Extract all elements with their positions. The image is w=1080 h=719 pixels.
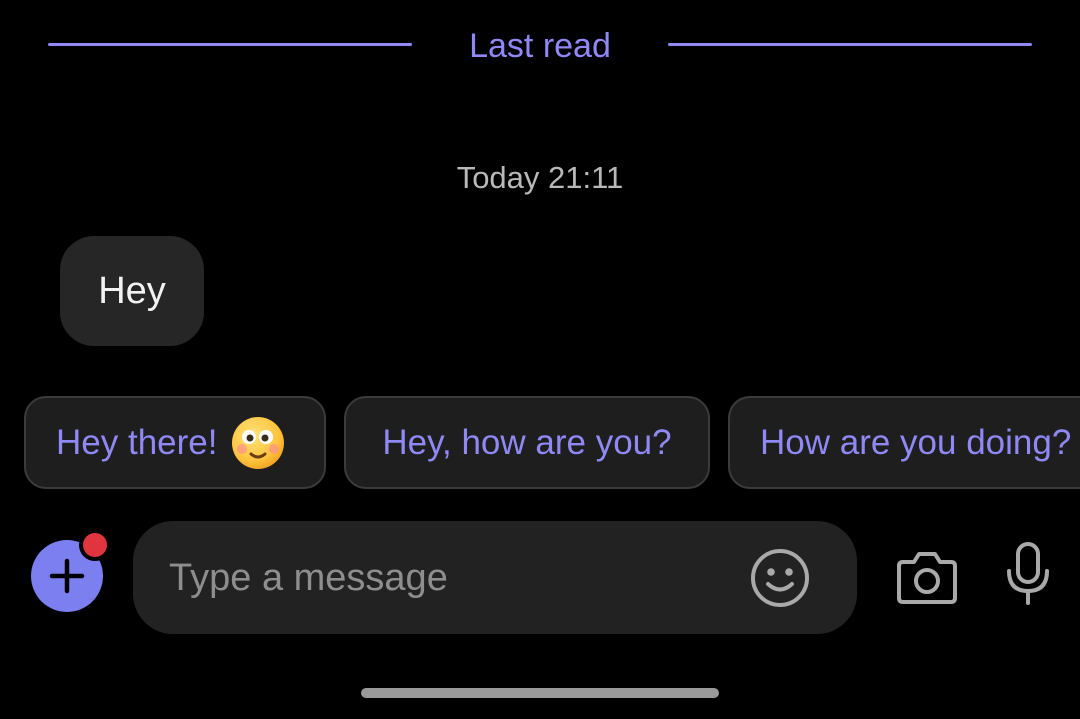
- plus-icon: [49, 558, 85, 594]
- smart-reply-text: Hey, how are you?: [382, 422, 672, 462]
- camera-icon[interactable]: [895, 546, 959, 606]
- home-indicator[interactable]: [361, 688, 719, 698]
- emoji-icon[interactable]: [749, 547, 811, 609]
- smart-reply-text: How are you doing?: [760, 422, 1072, 462]
- divider-line-right: [668, 43, 1032, 46]
- smart-reply-chip[interactable]: Hey there!: [24, 396, 326, 489]
- smart-reply-text: Hey there!: [56, 422, 218, 462]
- smiling-face-emoji-icon: [232, 416, 285, 469]
- incoming-message-bubble[interactable]: Hey: [60, 236, 204, 346]
- last-read-label: Last read: [469, 27, 611, 65]
- smart-reply-chip[interactable]: Hey, how are you?: [344, 396, 710, 489]
- last-read-divider: Last read: [48, 22, 1032, 68]
- divider-line-left: [48, 43, 412, 46]
- notification-badge: [79, 529, 111, 561]
- message-text: Hey: [98, 269, 166, 312]
- message-input[interactable]: Type a message: [133, 521, 857, 634]
- microphone-icon[interactable]: [1003, 541, 1053, 607]
- message-input-placeholder: Type a message: [169, 557, 448, 599]
- smart-reply-chip[interactable]: How are you doing?: [728, 396, 1080, 489]
- message-timestamp: Today 21:11: [456, 160, 624, 195]
